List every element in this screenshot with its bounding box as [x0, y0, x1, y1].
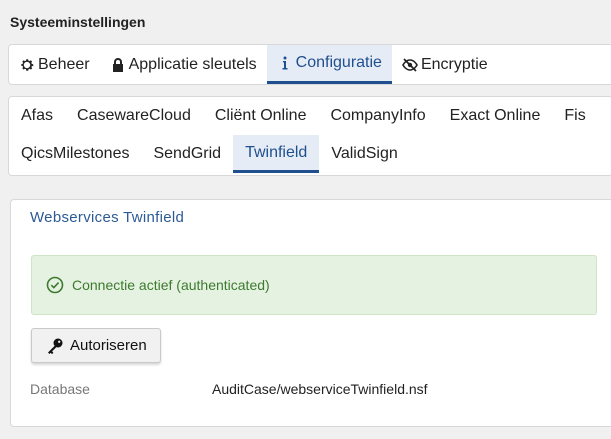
sub-tabs-row-2: QicsMilestones SendGrid Twinfield ValidS… — [9, 135, 611, 173]
subtab-exact-online[interactable]: Exact Online — [438, 97, 553, 135]
sub-tabs: Afas CasewareCloud Cliënt Online Company… — [8, 96, 611, 176]
subtab-validsign[interactable]: ValidSign — [319, 135, 409, 173]
subtab-twinfield[interactable]: Twinfield — [233, 135, 320, 173]
autoriseren-button[interactable]: Autoriseren — [31, 328, 161, 363]
connection-status-alert: Connectie actief (authenticated) — [31, 255, 597, 315]
sub-tabs-row-1: Afas CasewareCloud Cliënt Online Company… — [9, 97, 611, 135]
tab-configuratie-label: Configuratie — [295, 54, 382, 71]
tab-encryptie[interactable]: Encryptie — [392, 45, 498, 84]
subtab-casewarecloud[interactable]: CasewareCloud — [65, 97, 203, 135]
connection-status-text: Connectie actief (authenticated) — [72, 277, 270, 293]
twinfield-panel: Webservices Twinfield Connectie actief (… — [10, 199, 611, 427]
main-tabs: Beheer Applicatie sleutels Configuratie … — [8, 44, 611, 85]
check-circle-icon — [46, 276, 64, 294]
panel-title: Webservices Twinfield — [30, 209, 185, 226]
subtab-afas[interactable]: Afas — [9, 97, 65, 135]
tab-configuratie[interactable]: Configuratie — [266, 45, 392, 84]
lock-icon — [112, 57, 123, 72]
key-icon — [48, 338, 63, 354]
tab-applicatie-sleutels-label: Applicatie sleutels — [128, 55, 257, 73]
tab-applicatie-sleutels[interactable]: Applicatie sleutels — [100, 45, 267, 84]
tab-beheer[interactable]: Beheer — [9, 45, 100, 84]
subtab-qicsmilestones[interactable]: QicsMilestones — [9, 135, 141, 173]
subtab-companyinfo[interactable]: CompanyInfo — [318, 97, 437, 135]
database-label: Database — [30, 381, 90, 397]
tab-encryptie-label: Encryptie — [420, 55, 488, 73]
subtab-fis[interactable]: Fis — [552, 97, 597, 135]
info-icon — [282, 56, 288, 70]
gear-icon — [21, 58, 34, 71]
database-value: AuditCase/webserviceTwinfield.nsf — [212, 381, 428, 397]
subtab-client-online[interactable]: Cliënt Online — [203, 97, 319, 135]
tab-beheer-label: Beheer — [38, 55, 90, 73]
autoriseren-label: Autoriseren — [70, 337, 147, 354]
subtab-sendgrid[interactable]: SendGrid — [141, 135, 233, 173]
page-title: Systeeminstellingen — [10, 14, 146, 30]
eye-slash-icon — [402, 57, 418, 72]
